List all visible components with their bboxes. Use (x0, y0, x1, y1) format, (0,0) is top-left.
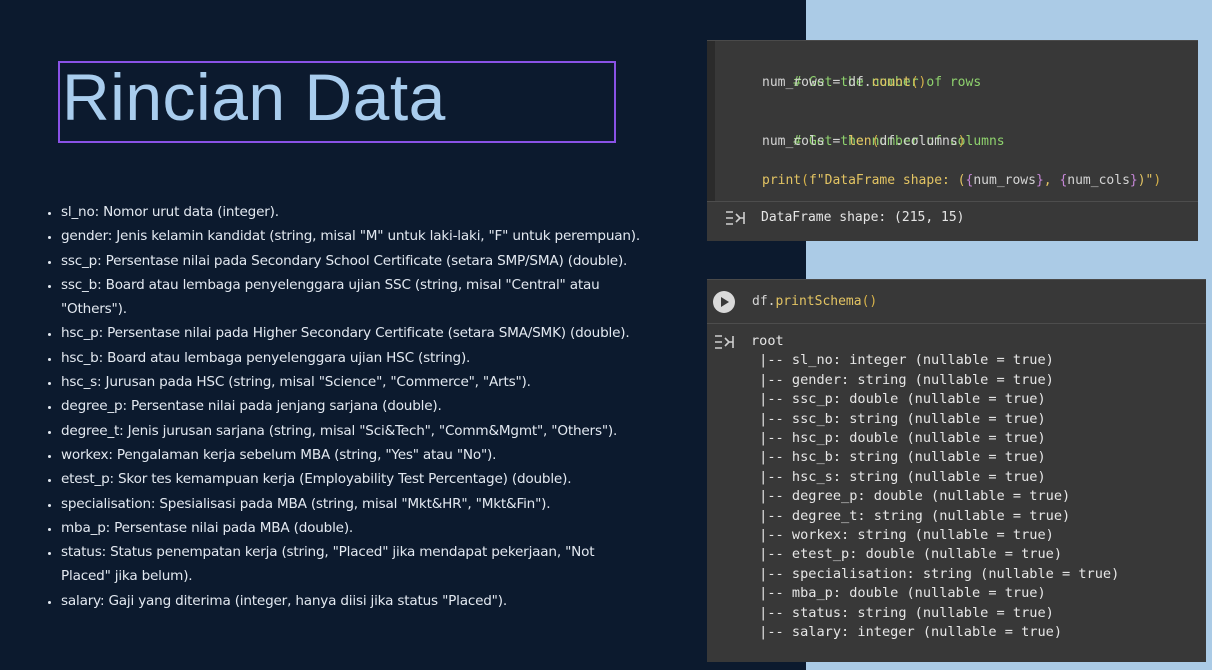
code-parens: () (910, 75, 927, 90)
output-toggle-icon[interactable] (724, 209, 746, 227)
play-icon[interactable] (713, 291, 735, 313)
cell-gutter (707, 41, 715, 202)
code-parens: ) (957, 134, 966, 149)
schema-line: |-- degree_t: string (nullable = true) (751, 507, 1071, 524)
list-item: sl_no: Nomor urut data (integer). (61, 200, 681, 224)
list-item: mba_p: Persentase nilai pada MBA (double… (61, 516, 681, 540)
notebook-cell-shape[interactable]: df.printSchema() root |-- sl_no: integer… (707, 279, 1206, 662)
schema-line: |-- degree_p: double (nullable = true) (751, 488, 1071, 505)
code-string: , (1043, 173, 1060, 188)
code-function: print (762, 173, 802, 188)
schema-line: |-- ssc_b: string (nullable = true) (751, 410, 1046, 427)
list-item: degree_p: Persentase nilai pada jenjang … (61, 394, 681, 418)
code-string: f"DataFrame shape: ( (808, 173, 966, 188)
notebook-cell-shape[interactable]: # Get the number of rows num_rows = df.c… (707, 40, 1198, 241)
output-divider (707, 201, 1198, 202)
code-token: num_cols (762, 134, 825, 149)
code-token: num_rows (973, 173, 1036, 188)
list-item: hsc_s: Jurusan pada HSC (string, misal "… (61, 370, 681, 394)
list-item: etest_p: Skor tes kemampuan kerja (Emplo… (61, 467, 681, 491)
schema-line: |-- specialisation: string (nullable = t… (751, 565, 1120, 582)
list-item: gender: Jenis kelamin kandidat (string, … (61, 224, 681, 248)
code-brace: } (1129, 173, 1138, 188)
list-item: status: Status penempatan kerja (string,… (61, 540, 621, 589)
code-function: count (871, 75, 911, 90)
schema-line: |-- hsc_s: string (nullable = true) (751, 468, 1046, 485)
list-item: workex: Pengalaman kerja sebelum MBA (st… (61, 443, 681, 467)
slide-title[interactable]: Rincian Data (62, 58, 446, 136)
code-token: num_rows (762, 75, 825, 90)
schema-line: |-- ssc_p: double (nullable = true) (751, 391, 1046, 408)
schema-output: root |-- sl_no: integer (nullable = true… (751, 332, 1119, 643)
code-token: num_cols (1067, 173, 1130, 188)
list-item: hsc_p: Persentase nilai pada Higher Seco… (61, 321, 681, 345)
code-parens: ) (1153, 173, 1162, 188)
schema-line: |-- mba_p: double (nullable = true) (751, 585, 1046, 602)
output-toggle-icon[interactable] (713, 333, 735, 351)
list-item: ssc_p: Persentase nilai pada Secondary S… (61, 249, 681, 273)
code-string: )" (1137, 173, 1154, 188)
schema-line: |-- gender: string (nullable = true) (751, 371, 1054, 388)
code-parens: ( (801, 173, 809, 188)
code-brace: } (1035, 173, 1044, 188)
code-token: = (824, 134, 849, 149)
list-item: hsc_b: Board atau lembaga penyelenggara … (61, 346, 681, 370)
schema-line: |-- hsc_b: string (nullable = true) (751, 449, 1046, 466)
code-token: = df. (824, 75, 872, 90)
list-item: specialisation: Spesialisasi pada MBA (s… (61, 492, 681, 516)
code-function: len (848, 134, 872, 149)
schema-line: |-- status: string (nullable = true) (751, 604, 1054, 621)
schema-line: |-- salary: integer (nullable = true) (751, 624, 1062, 641)
list-item: salary: Gaji yang diterima (integer, han… (61, 589, 681, 613)
code-token: df.columns (879, 134, 958, 149)
code-line[interactable]: print(f"DataFrame shape: ({num_rows}, {n… (762, 171, 1161, 191)
schema-line: |-- hsc_p: double (nullable = true) (751, 430, 1046, 447)
code-parens: () (861, 294, 878, 309)
code-line[interactable]: df.printSchema() (752, 292, 877, 312)
list-item: ssc_b: Board atau lembaga penyelenggara … (61, 273, 621, 322)
list-item: degree_t: Jenis jurusan sarjana (string,… (61, 419, 681, 443)
code-token: df. (752, 294, 776, 309)
code-line[interactable]: num_cols = len(df.columns) (762, 132, 966, 152)
schema-line: |-- sl_no: integer (nullable = true) (751, 352, 1054, 369)
output-divider (707, 323, 1206, 324)
schema-line: |-- etest_p: double (nullable = true) (751, 546, 1062, 563)
cell-output: DataFrame shape: (215, 15) (761, 210, 965, 225)
code-line[interactable]: num_rows = df.count() (762, 73, 926, 93)
code-function: printSchema (775, 294, 862, 309)
schema-line: |-- workex: string (nullable = true) (751, 527, 1054, 544)
schema-line: root (751, 333, 784, 349)
field-list: sl_no: Nomor urut data (integer). gender… (48, 200, 681, 613)
